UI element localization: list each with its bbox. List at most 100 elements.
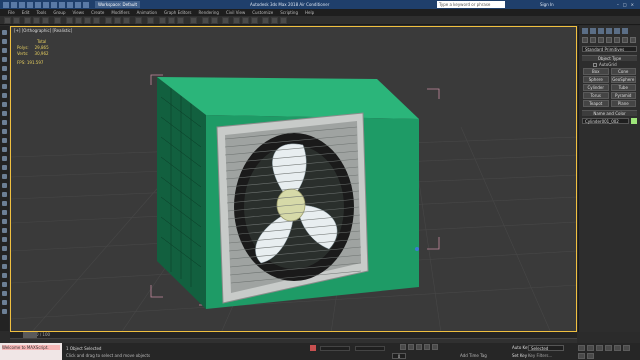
sphere-button[interactable]: Sphere — [583, 76, 609, 83]
schematic-view-icon[interactable] — [242, 17, 249, 24]
left-tool-icon[interactable] — [2, 228, 7, 233]
motion-tab-icon[interactable] — [606, 28, 612, 34]
zoom-icon[interactable] — [578, 345, 585, 351]
primitive-category-select[interactable]: Standard Primitives — [582, 46, 637, 52]
menu-help[interactable]: Help — [305, 9, 314, 16]
search-input[interactable]: Type a keyword or phrase — [437, 1, 505, 8]
left-tool-icon[interactable] — [2, 120, 7, 125]
left-tool-icon[interactable] — [2, 255, 7, 260]
left-tool-icon[interactable] — [2, 183, 7, 188]
save-icon[interactable] — [27, 1, 33, 8]
left-tool-icon[interactable] — [2, 156, 7, 161]
maxscript-listener[interactable]: Welcome to MAXScript. — [0, 343, 62, 360]
zoom-extents-icon[interactable] — [596, 345, 603, 351]
previous-frame-icon[interactable] — [408, 344, 414, 350]
autogrid-checkbox[interactable]: AutoGrid — [593, 62, 626, 67]
selection-filter-icon[interactable] — [54, 17, 61, 24]
play-icon[interactable] — [416, 344, 422, 350]
object-name-field[interactable]: Cylinder001_002 — [582, 118, 629, 124]
pivot-icon[interactable] — [147, 17, 154, 24]
menu-civil-view[interactable]: Civil View — [226, 9, 245, 16]
undo-icon[interactable] — [35, 1, 41, 8]
maximize-viewport-icon[interactable] — [587, 353, 594, 359]
left-tool-icon[interactable] — [2, 309, 7, 314]
scale-tool-icon[interactable] — [123, 17, 130, 24]
go-to-start-icon[interactable] — [400, 344, 406, 350]
open-icon[interactable] — [19, 1, 25, 8]
unlink-tool-icon[interactable] — [33, 17, 40, 24]
left-tool-icon[interactable] — [2, 192, 7, 197]
left-tool-icon[interactable] — [2, 138, 7, 143]
cylinder-button[interactable]: Cylinder — [583, 84, 609, 91]
checkbox-icon[interactable] — [593, 62, 597, 67]
window-controls[interactable]: –□× — [617, 0, 638, 9]
render-frame-icon[interactable] — [271, 17, 278, 24]
left-tool-icon[interactable] — [2, 246, 7, 251]
select-object-icon[interactable] — [66, 17, 73, 24]
systems-icon[interactable] — [630, 37, 636, 43]
left-tool-icon[interactable] — [2, 219, 7, 224]
modify-tab-icon[interactable] — [590, 28, 596, 34]
key-selection-dropdown[interactable]: Selected — [528, 345, 564, 351]
menu-file[interactable]: File — [8, 9, 15, 16]
render-setup-icon[interactable] — [262, 17, 269, 24]
layer-explorer-icon[interactable] — [222, 17, 229, 24]
spacewarps-icon[interactable] — [622, 37, 628, 43]
left-tool-icon[interactable] — [2, 282, 7, 287]
menu-rendering[interactable]: Rendering — [199, 9, 219, 16]
menu-edit[interactable]: Edit — [22, 9, 30, 16]
plane-button[interactable]: Plane — [610, 100, 636, 107]
left-tool-icon[interactable] — [2, 237, 7, 242]
torus-button[interactable]: Torus — [583, 92, 609, 99]
render-icon[interactable] — [280, 17, 287, 24]
field-of-view-icon[interactable] — [614, 345, 621, 351]
scene-canvas[interactable] — [11, 27, 577, 332]
workspace-dropdown[interactable]: Workspace: Default — [95, 1, 141, 8]
folder-icon[interactable] — [59, 1, 65, 8]
sign-in-button[interactable]: Sign In — [540, 0, 554, 9]
unlink-icon[interactable] — [83, 1, 89, 8]
zoom-all-icon[interactable] — [587, 345, 594, 351]
left-tool-icon[interactable] — [2, 102, 7, 107]
menu-create[interactable]: Create — [91, 9, 104, 16]
named-selection-icon[interactable] — [190, 17, 197, 24]
menu-customize[interactable]: Customize — [252, 9, 273, 16]
pyramid-button[interactable]: Pyramid — [610, 92, 636, 99]
left-tool-icon[interactable] — [2, 75, 7, 80]
left-tool-icon[interactable] — [2, 48, 7, 53]
reference-coord-icon[interactable] — [135, 17, 142, 24]
app-icon[interactable] — [3, 1, 9, 8]
hierarchy-tab-icon[interactable] — [598, 28, 604, 34]
go-to-end-icon[interactable] — [432, 344, 438, 350]
menu-graph-editors[interactable]: Graph Editors — [164, 9, 191, 16]
box-button[interactable]: Box — [583, 68, 609, 75]
key-filters-button[interactable]: Key Filters... — [528, 353, 552, 358]
left-tool-icon[interactable] — [2, 210, 7, 215]
angle-snap-icon[interactable] — [168, 17, 175, 24]
left-tool-icon[interactable] — [2, 57, 7, 62]
link-tool-icon[interactable] — [24, 17, 31, 24]
display-tab-icon[interactable] — [614, 28, 620, 34]
orbit-icon[interactable] — [578, 353, 585, 359]
x-coordinate-field[interactable] — [320, 346, 350, 351]
maxscript-line[interactable]: Welcome to MAXScript. — [2, 345, 60, 350]
left-tool-icon[interactable] — [2, 93, 7, 98]
left-tool-icon[interactable] — [2, 201, 7, 206]
pan-icon[interactable] — [623, 345, 630, 351]
cameras-icon[interactable] — [606, 37, 612, 43]
lights-icon[interactable] — [598, 37, 604, 43]
left-tool-icon[interactable] — [2, 273, 7, 278]
current-frame-field[interactable]: 0 — [392, 353, 406, 359]
set-key-button[interactable]: Set Key — [512, 353, 527, 358]
select-by-name-icon[interactable] — [75, 17, 82, 24]
snap-toggle-icon[interactable] — [159, 17, 166, 24]
left-tool-icon[interactable] — [2, 30, 7, 35]
geosphere-button[interactable]: GeoSphere — [610, 76, 636, 83]
next-frame-icon[interactable] — [424, 344, 430, 350]
left-tool-icon[interactable] — [2, 174, 7, 179]
left-tool-icon[interactable] — [2, 300, 7, 305]
left-tool-icon[interactable] — [2, 147, 7, 152]
layer-icon[interactable] — [67, 1, 73, 8]
new-icon[interactable] — [11, 1, 17, 8]
left-tool-icon[interactable] — [2, 165, 7, 170]
